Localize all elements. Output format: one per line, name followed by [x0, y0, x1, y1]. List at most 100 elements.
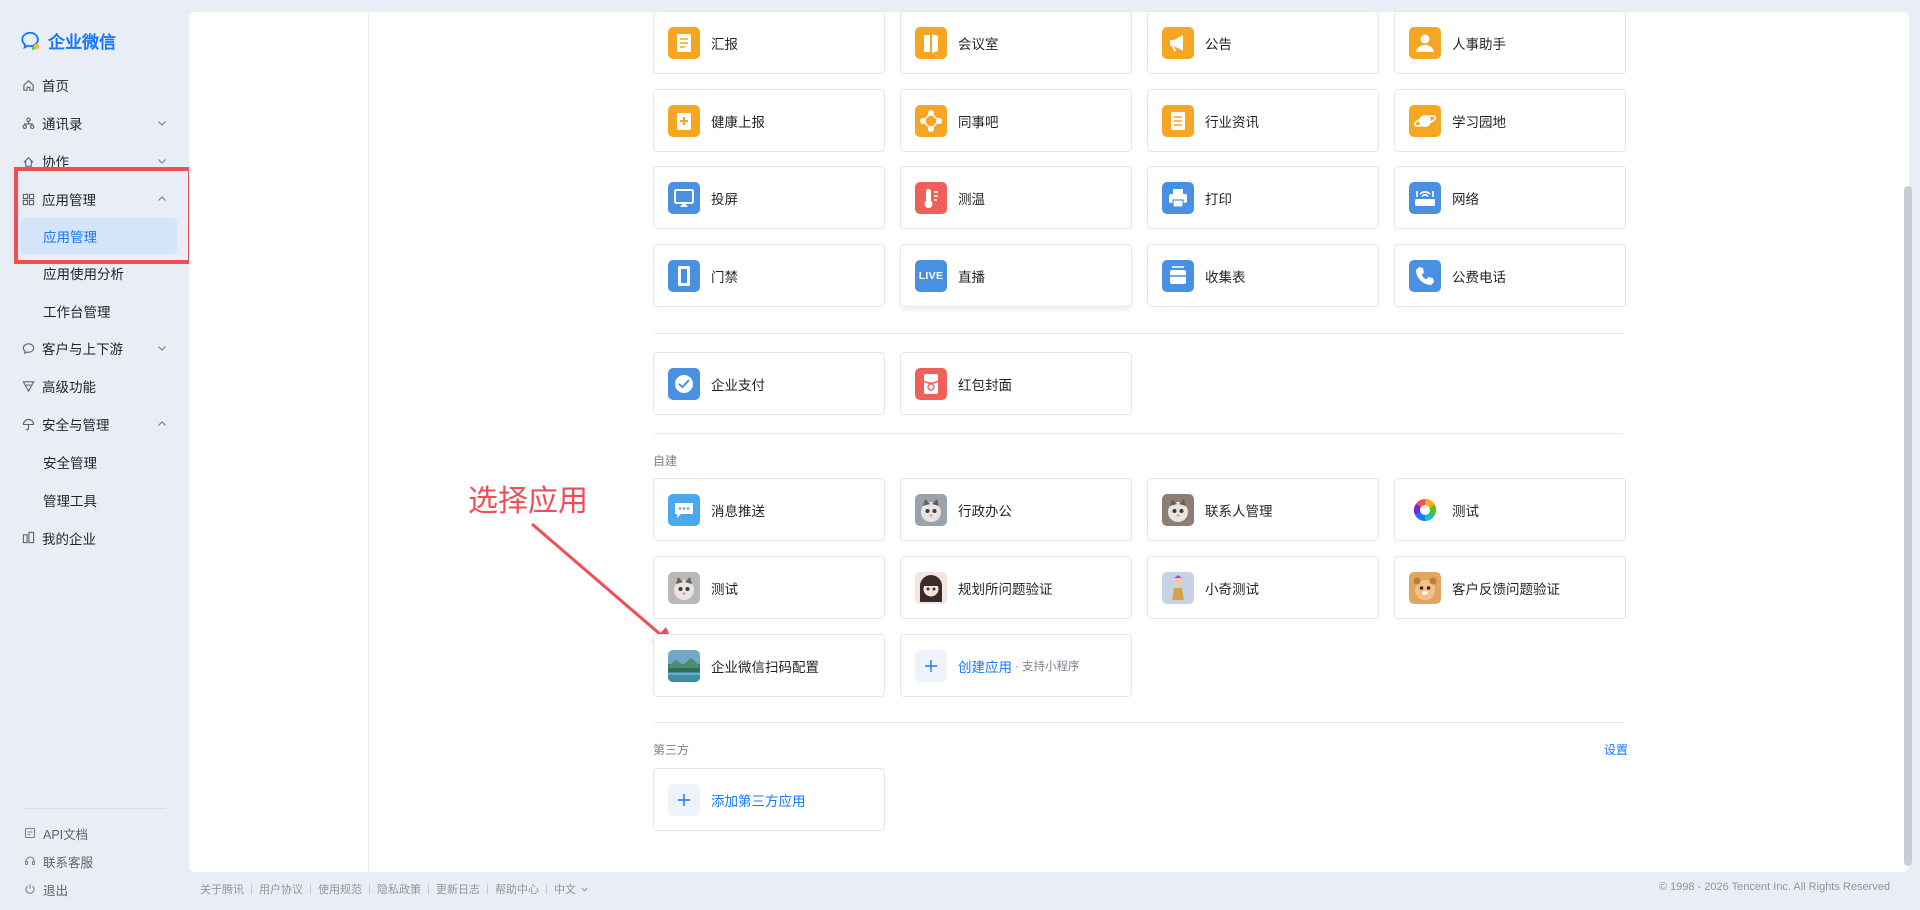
app-name: 学习园地 — [1452, 114, 1506, 130]
sidebar-subitem-app-usage-analysis[interactable]: 应用使用分析 — [0, 254, 189, 292]
figure-avatar-icon — [1162, 571, 1194, 604]
headset-icon — [24, 856, 36, 866]
filter-icon — [22, 380, 35, 393]
app-name: 行政办公 — [958, 503, 1012, 519]
network-icon — [915, 104, 947, 137]
app-card[interactable]: 联系人管理 — [1147, 478, 1379, 541]
third-party-settings-link[interactable]: 设置 — [1604, 741, 1628, 758]
add-third-party-label: 添加第三方应用 — [711, 793, 806, 809]
logout-label: 退出 — [43, 883, 69, 898]
app-card[interactable]: 打印 — [1147, 166, 1379, 229]
sidebar-item-customers[interactable]: 客户与上下游 — [0, 329, 189, 367]
app-name: 会议室 — [958, 36, 999, 52]
app-card[interactable]: 汇报 — [653, 11, 885, 74]
sidebar-item-label: 应用管理 — [42, 193, 96, 208]
sidebar-item-label: 工作台管理 — [43, 304, 111, 320]
apps-grid-icon — [22, 193, 35, 206]
app-card[interactable]: 企业支付 — [653, 352, 885, 415]
cat-avatar-icon — [1162, 493, 1194, 526]
footer-link[interactable]: 使用规范 — [318, 881, 362, 897]
sidebar-item-contacts[interactable]: 通讯录 — [0, 104, 189, 142]
report-icon — [668, 26, 700, 59]
sidebar-item-home[interactable]: 首页 — [0, 66, 189, 104]
add-third-party-app-button[interactable]: 添加第三方应用 — [653, 768, 885, 831]
cat-avatar-icon — [668, 571, 700, 604]
sidebar: 企业微信 首页 通讯录 协作 应用管理 应用管理 应用使用分析 工作台管理 客户… — [0, 0, 189, 910]
logout-link[interactable]: 退出 — [24, 875, 166, 903]
chevron-down-icon — [576, 883, 589, 895]
sidebar-subitem-security-management[interactable]: 安全管理 — [0, 443, 189, 481]
contact-support-link[interactable]: 联系客服 — [24, 847, 166, 875]
app-card[interactable]: 网络 — [1394, 166, 1626, 229]
hamster-avatar-icon — [1409, 571, 1441, 604]
page-footer: 关于腾讯 用户协议 使用规范 隐私政策 更新日志 帮助中心 中文 — [200, 881, 589, 897]
app-card[interactable]: 健康上报 — [653, 89, 885, 152]
column-divider — [368, 12, 369, 872]
sidebar-subitem-app-management[interactable]: 应用管理 — [20, 218, 177, 254]
footer-link[interactable]: 用户协议 — [259, 881, 303, 897]
door-icon — [915, 26, 947, 59]
tray-icon — [1162, 259, 1194, 292]
footer-link[interactable]: 隐私政策 — [377, 881, 421, 897]
sidebar-item-collab[interactable]: 协作 — [0, 142, 189, 180]
sidebar-subitem-management-tools[interactable]: 管理工具 — [0, 481, 189, 519]
app-card[interactable]: 红包封面 — [900, 352, 1132, 415]
annotation-text: 选择应用 — [468, 484, 588, 519]
app-card[interactable]: 行业资讯 — [1147, 89, 1379, 152]
create-app-button[interactable]: 创建应用 · 支持小程序 — [900, 634, 1132, 697]
news-icon — [1162, 104, 1194, 137]
footer-link[interactable]: 帮助中心 — [495, 881, 539, 897]
app-card[interactable]: 学习园地 — [1394, 89, 1626, 152]
app-card[interactable]: 投屏 — [653, 166, 885, 229]
footer-link[interactable]: 更新日志 — [436, 881, 480, 897]
chevron-down-icon — [158, 159, 166, 164]
app-card[interactable]: 公告 — [1147, 11, 1379, 74]
app-card[interactable]: 测温 — [900, 166, 1132, 229]
cat-avatar-icon — [915, 493, 947, 526]
vertical-scrollbar[interactable] — [1904, 186, 1912, 866]
app-card[interactable]: 小奇测试 — [1147, 556, 1379, 619]
api-docs-link[interactable]: API文档 — [24, 819, 166, 847]
contact-support-label: 联系客服 — [43, 855, 94, 870]
sidebar-item-app-management[interactable]: 应用管理 — [0, 180, 189, 218]
app-name: 同事吧 — [958, 114, 999, 130]
copyright-text: © 1998 - 2026 Tencent Inc. All Rights Re… — [1658, 881, 1890, 893]
app-card[interactable]: 规划所问题验证 — [900, 556, 1132, 619]
app-card[interactable]: 企业微信扫码配置 — [653, 634, 885, 697]
app-name: 打印 — [1205, 191, 1232, 207]
red-packet-icon — [915, 367, 947, 400]
footer-link[interactable]: 关于腾讯 — [200, 881, 244, 897]
health-icon — [668, 104, 700, 137]
sidebar-subitem-workbench-management[interactable]: 工作台管理 — [0, 292, 189, 330]
sidebar-item-label: 高级功能 — [42, 380, 96, 396]
app-card[interactable]: 人事助手 — [1394, 11, 1626, 74]
api-docs-label: API文档 — [43, 827, 89, 842]
sidebar-item-my-company[interactable]: 我的企业 — [0, 519, 189, 557]
footer-link[interactable]: 中文 — [554, 881, 576, 897]
app-name: 红包封面 — [958, 377, 1012, 393]
create-app-note: · 支持小程序 — [1015, 660, 1080, 673]
app-card[interactable]: 收集表 — [1147, 244, 1379, 307]
app-name: 门禁 — [711, 269, 738, 285]
app-card[interactable]: 消息推送 — [653, 478, 885, 541]
app-card[interactable]: LIVE 直播 — [900, 244, 1132, 307]
app-card[interactable]: 门禁 — [653, 244, 885, 307]
app-card[interactable]: 测试 — [653, 556, 885, 619]
collab-icon — [22, 155, 35, 168]
app-card[interactable]: 客户反馈问题验证 — [1394, 556, 1626, 619]
section-divider — [653, 433, 1625, 434]
sidebar-item-advanced[interactable]: 高级功能 — [0, 367, 189, 405]
app-card[interactable]: 会议室 — [900, 11, 1132, 74]
sidebar-item-security[interactable]: 安全与管理 — [0, 405, 189, 443]
app-name: 汇报 — [711, 36, 738, 52]
app-card[interactable]: 行政办公 — [900, 478, 1132, 541]
brand-logo[interactable]: 企业微信 — [20, 28, 116, 53]
app-card[interactable]: 公费电话 — [1394, 244, 1626, 307]
chevron-down-icon — [158, 121, 166, 126]
power-icon — [25, 884, 35, 894]
app-name: 网络 — [1452, 191, 1479, 207]
sidebar-item-label: 安全与管理 — [42, 418, 110, 434]
app-card[interactable]: 测试 — [1394, 478, 1626, 541]
create-app-label: 创建应用 — [958, 659, 1012, 675]
app-card[interactable]: 同事吧 — [900, 89, 1132, 152]
